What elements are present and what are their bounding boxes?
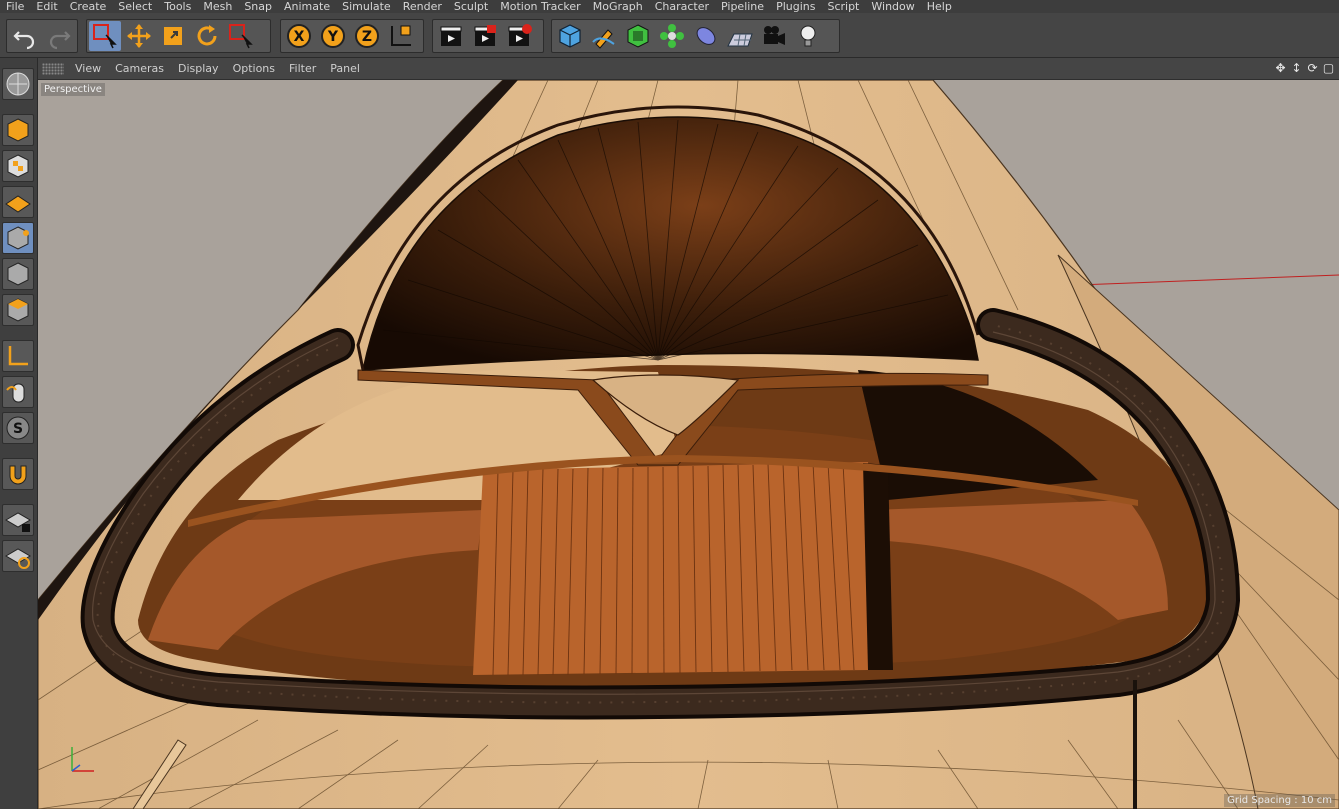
coordinate-system-icon[interactable] (385, 21, 417, 51)
render-view-icon[interactable] (435, 21, 467, 51)
camera-icon[interactable] (758, 21, 790, 51)
cloner-icon[interactable] (656, 21, 688, 51)
menu-script[interactable]: Script (821, 0, 865, 13)
perspective-viewport[interactable]: Perspective Grid Spacing : 10 cm (38, 80, 1339, 809)
svg-text:S: S (13, 421, 23, 437)
menu-sculpt[interactable]: Sculpt (448, 0, 494, 13)
undo-icon[interactable] (9, 21, 41, 51)
recent-tool-icon[interactable] (225, 21, 257, 51)
render-picture-viewer-icon[interactable] (469, 21, 501, 51)
menu-help[interactable]: Help (921, 0, 958, 13)
axis-mode-icon[interactable] (2, 340, 34, 372)
pan-icon[interactable]: ✥ (1274, 61, 1287, 75)
model-mode-icon[interactable] (2, 114, 34, 146)
texture-mode-icon[interactable] (2, 150, 34, 182)
dolly-icon[interactable]: ↕ (1290, 61, 1303, 75)
solo-icon[interactable]: S (2, 412, 34, 444)
render-group (432, 19, 544, 53)
viewport-nav-controls: ✥ ↕ ⟳ ▢ (1274, 61, 1335, 75)
mode-palette: S (0, 58, 38, 809)
points-mode-icon[interactable] (2, 222, 34, 254)
render-settings-icon[interactable] (503, 21, 535, 51)
menu-mograph[interactable]: MoGraph (587, 0, 649, 13)
menu-simulate[interactable]: Simulate (336, 0, 397, 13)
undo-redo-group (6, 19, 78, 53)
viewport-menu-view[interactable]: View (68, 62, 108, 75)
redo-icon[interactable] (43, 21, 75, 51)
viewport-menu: View Cameras Display Options Filter Panel ✥ ↕… (38, 58, 1339, 80)
menu-window[interactable]: Window (865, 0, 920, 13)
polygons-mode-icon[interactable] (2, 294, 34, 326)
y-axis-lock-button[interactable]: Y (317, 21, 349, 51)
scale-icon[interactable] (157, 21, 189, 51)
svg-text:X: X (294, 29, 305, 45)
move-icon[interactable] (123, 21, 155, 51)
menu-mesh[interactable]: Mesh (197, 0, 238, 13)
menu-animate[interactable]: Animate (278, 0, 336, 13)
viewport-menu-options[interactable]: Options (226, 62, 282, 75)
menu-bar: File Edit Create Select Tools Mesh Snap Animate… (0, 0, 1339, 13)
viewport-grip-icon[interactable] (42, 62, 64, 75)
live-selection-icon[interactable] (89, 21, 121, 51)
menu-select[interactable]: Select (112, 0, 158, 13)
main-toolbar: X Y Z (0, 13, 1339, 58)
deformer-icon[interactable] (690, 21, 722, 51)
menu-tools[interactable]: Tools (158, 0, 197, 13)
grid-spacing-readout: Grid Spacing : 10 cm (1224, 794, 1335, 807)
menu-file[interactable]: File (0, 0, 30, 13)
menu-render[interactable]: Render (397, 0, 448, 13)
viewport-menu-panel[interactable]: Panel (323, 62, 367, 75)
menu-create[interactable]: Create (64, 0, 113, 13)
floor-icon[interactable] (724, 21, 756, 51)
rotate-icon[interactable] (191, 21, 223, 51)
x-axis-lock-button[interactable]: X (283, 21, 315, 51)
light-icon[interactable] (792, 21, 824, 51)
world-axis-gizmo (71, 747, 94, 772)
orbit-icon[interactable]: ⟳ (1306, 61, 1319, 75)
workplane-rotate-icon[interactable] (2, 540, 34, 572)
svg-text:Z: Z (362, 29, 372, 45)
camera-label: Perspective (41, 83, 105, 96)
axis-lock-group: X Y Z (280, 19, 424, 53)
viewport-menu-display[interactable]: Display (171, 62, 226, 75)
transform-tools-group (86, 19, 271, 53)
workplane-lock-icon[interactable] (2, 504, 34, 536)
menu-edit[interactable]: Edit (30, 0, 63, 13)
svg-text:Y: Y (327, 29, 339, 45)
z-axis-lock-button[interactable]: Z (351, 21, 383, 51)
make-editable-icon[interactable] (2, 68, 34, 100)
menu-pipeline[interactable]: Pipeline (715, 0, 770, 13)
edges-mode-icon[interactable] (2, 258, 34, 290)
menu-snap[interactable]: Snap (238, 0, 278, 13)
maximize-icon[interactable]: ▢ (1322, 61, 1335, 75)
menu-plugins[interactable]: Plugins (770, 0, 821, 13)
tweak-mode-icon[interactable] (2, 376, 34, 408)
menu-character[interactable]: Character (649, 0, 715, 13)
pen-icon[interactable] (588, 21, 620, 51)
viewport-menu-cameras[interactable]: Cameras (108, 62, 171, 75)
menu-motion-tracker[interactable]: Motion Tracker (494, 0, 586, 13)
scene-render (38, 80, 1339, 809)
snap-magnet-icon[interactable] (2, 458, 34, 490)
viewport-menu-filter[interactable]: Filter (282, 62, 323, 75)
objects-group (551, 19, 840, 53)
workplane-icon[interactable] (2, 186, 34, 218)
cube-icon[interactable] (554, 21, 586, 51)
subdivision-icon[interactable] (622, 21, 654, 51)
